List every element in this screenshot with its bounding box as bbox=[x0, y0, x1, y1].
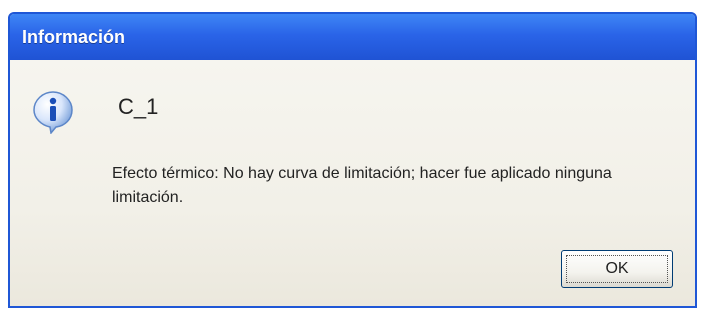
dialog-titlebar[interactable]: Información bbox=[10, 14, 695, 60]
dialog-message: Efecto térmico: No hay curva de limitaci… bbox=[112, 165, 612, 206]
dialog-body: C_1 Efecto térmico: No hay curva de limi… bbox=[10, 60, 695, 306]
ok-button-label: OK bbox=[566, 255, 668, 283]
info-dialog: Información C_1 Efecto térmico: No hay c… bbox=[8, 12, 697, 308]
info-icon bbox=[30, 88, 76, 135]
ok-button[interactable]: OK bbox=[561, 250, 673, 288]
dialog-title: Información bbox=[22, 26, 126, 47]
dialog-header: C_1 bbox=[118, 94, 159, 119]
